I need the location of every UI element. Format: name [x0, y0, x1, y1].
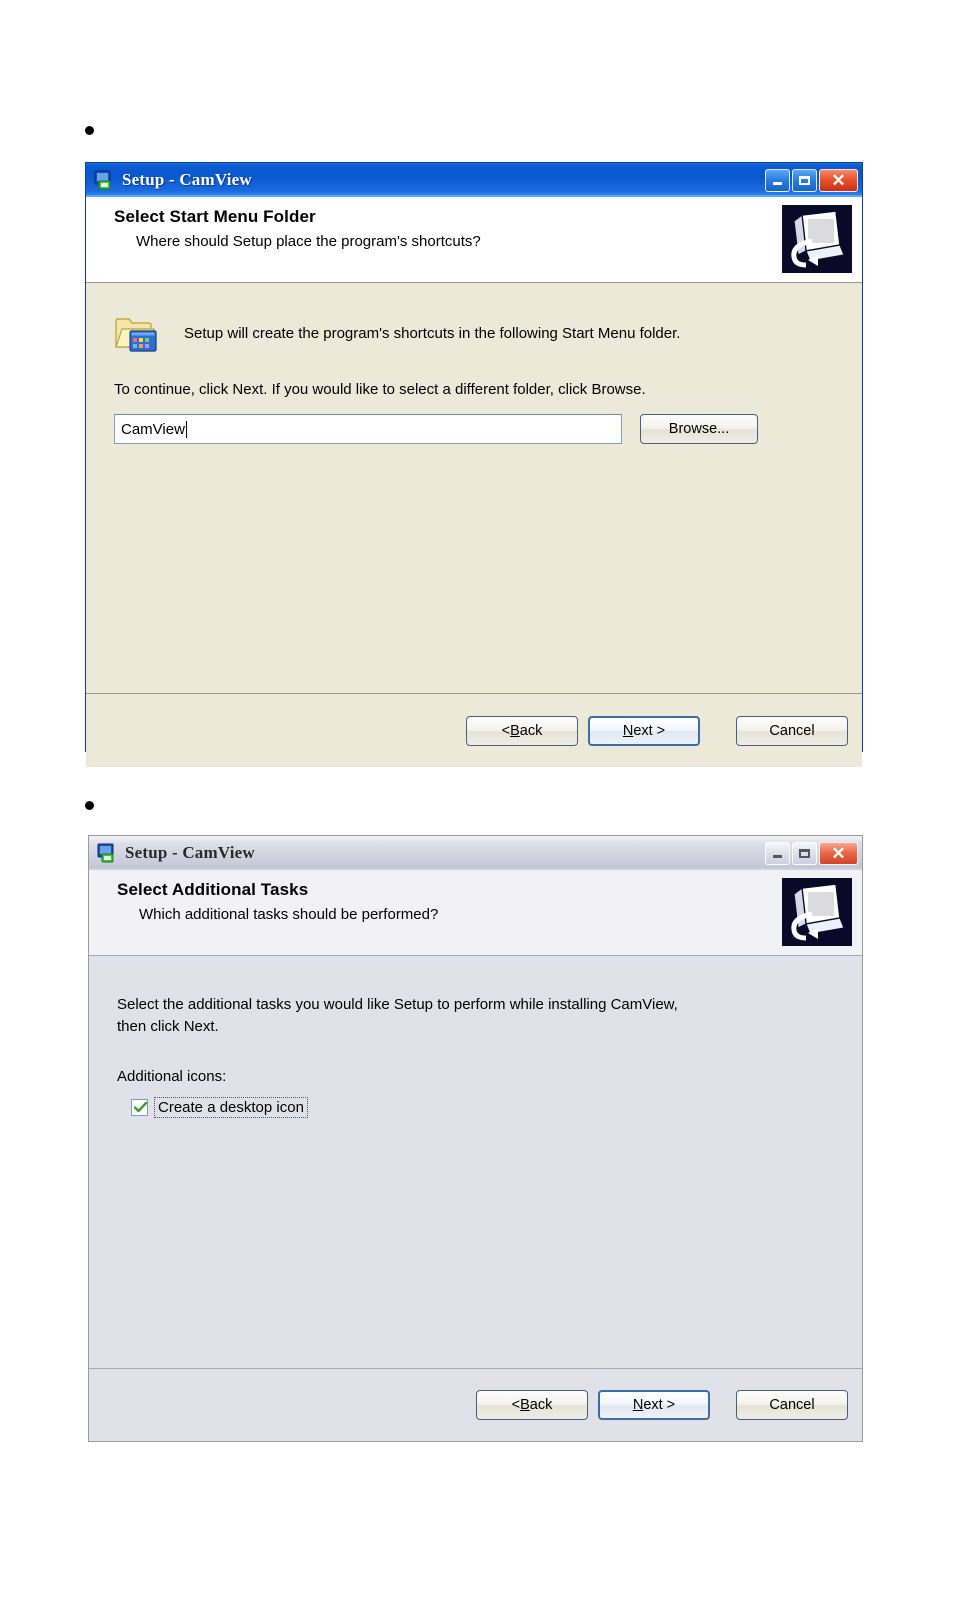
setup-window-select-start-menu-folder[interactable]: Setup - CamView ✕ Select Start Menu Fold…	[85, 162, 863, 767]
maximize-button[interactable]	[792, 168, 817, 192]
window-controls[interactable]: ✕	[765, 841, 858, 865]
maximize-icon	[799, 175, 810, 185]
header-texts: Select Additional Tasks Which additional…	[89, 870, 782, 923]
computer-monitor-icon	[782, 878, 852, 946]
window-body: Setup will create the program's shortcut…	[86, 283, 862, 693]
back-label-post: ack	[519, 722, 543, 739]
next-label-post: ext >	[633, 722, 666, 739]
header-texts: Select Start Menu Folder Where should Se…	[86, 197, 782, 250]
cancel-label: Cancel	[769, 1397, 815, 1413]
titlebar[interactable]: Setup - CamView ✕	[89, 836, 862, 870]
next-label-accel: N	[622, 722, 634, 739]
close-button[interactable]: ✕	[819, 841, 858, 865]
additional-icons-label: Additional icons:	[117, 1067, 227, 1085]
start-menu-folder-input[interactable]: CamView	[114, 414, 622, 444]
window-body: Select the additional tasks you would li…	[89, 956, 862, 1368]
folder-description: Setup will create the program's shortcut…	[184, 324, 681, 342]
setup-app-icon	[96, 842, 118, 864]
folder-input-row[interactable]: CamView Br owse...	[86, 398, 862, 444]
tasks-instruction-line1: Select the additional tasks you would li…	[117, 996, 678, 1013]
tasks-instruction-line2: then click Next.	[117, 1017, 219, 1035]
next-button[interactable]: Next >	[588, 715, 700, 746]
create-desktop-icon-checkbox[interactable]	[131, 1099, 148, 1117]
cb-label-pre: Create a	[158, 1099, 220, 1117]
setup-app-icon	[93, 169, 115, 191]
back-label-post: ack	[529, 1397, 553, 1413]
next-label-accel: N	[632, 1397, 644, 1413]
back-button[interactable]: < Back	[476, 1390, 588, 1420]
titlebar[interactable]: Setup - CamView ✕	[86, 163, 862, 197]
window-title: Setup - CamView	[125, 843, 255, 862]
setup-window-select-additional-tasks[interactable]: Setup - CamView ✕ Select Additional Task…	[88, 835, 863, 1442]
start-menu-folder-icon	[114, 313, 158, 353]
minimize-icon	[773, 182, 782, 185]
close-icon: ✕	[831, 843, 846, 863]
minimize-button[interactable]	[765, 168, 790, 192]
bullet-marker-2	[85, 801, 94, 810]
close-icon: ✕	[831, 170, 846, 190]
cancel-button[interactable]: Cancel	[736, 715, 848, 746]
create-desktop-icon-row[interactable]: Create a desktop icon	[89, 1097, 862, 1119]
computer-monitor-icon	[782, 205, 852, 273]
maximize-icon	[799, 848, 810, 858]
start-menu-folder-input-value: CamView	[121, 420, 185, 438]
page-title: Select Additional Tasks	[117, 880, 309, 899]
minimize-icon	[773, 855, 782, 858]
back-button[interactable]: < Back	[466, 715, 578, 746]
cancel-label: Cancel	[769, 722, 815, 739]
window-footer: < Back Next > Cancel	[86, 694, 862, 767]
page-header: Select Start Menu Folder Where should Se…	[86, 197, 862, 283]
maximize-button[interactable]	[792, 841, 817, 865]
check-icon	[133, 1102, 148, 1113]
browse-button[interactable]: Br owse...	[640, 414, 758, 444]
cb-label-post: esktop icon	[228, 1099, 304, 1117]
page-header: Select Additional Tasks Which additional…	[89, 870, 862, 956]
next-label-post: ext >	[643, 1397, 676, 1413]
continue-instruction: To continue, click Next. If you would li…	[114, 381, 646, 398]
browse-label-post: owse...	[683, 421, 730, 437]
back-label-pre: <	[511, 1397, 521, 1413]
minimize-button[interactable]	[765, 841, 790, 865]
cb-label-accel: d	[219, 1099, 229, 1117]
cancel-button[interactable]: Cancel	[736, 1390, 848, 1420]
back-label-accel: B	[520, 1397, 530, 1413]
window-footer: < Back Next > Cancel	[89, 1369, 862, 1441]
window-controls[interactable]: ✕	[765, 168, 858, 192]
folder-info-row: Setup will create the program's shortcut…	[86, 283, 862, 353]
next-button[interactable]: Next >	[598, 1390, 710, 1420]
back-label-pre: <	[501, 722, 511, 739]
text-caret	[185, 420, 187, 438]
browse-label-pre: B	[668, 421, 679, 437]
page-subtitle: Which additional tasks should be perform…	[139, 906, 439, 923]
create-desktop-icon-label[interactable]: Create a desktop icon	[154, 1097, 308, 1119]
window-title: Setup - CamView	[122, 170, 252, 189]
bullet-marker-1	[85, 126, 94, 135]
close-button[interactable]: ✕	[819, 168, 858, 192]
page-subtitle: Where should Setup place the program's s…	[136, 233, 481, 250]
document-page: Setup - CamView ✕ Select Start Menu Fold…	[0, 0, 954, 1608]
page-title: Select Start Menu Folder	[114, 207, 316, 226]
back-label-accel: B	[510, 722, 520, 739]
